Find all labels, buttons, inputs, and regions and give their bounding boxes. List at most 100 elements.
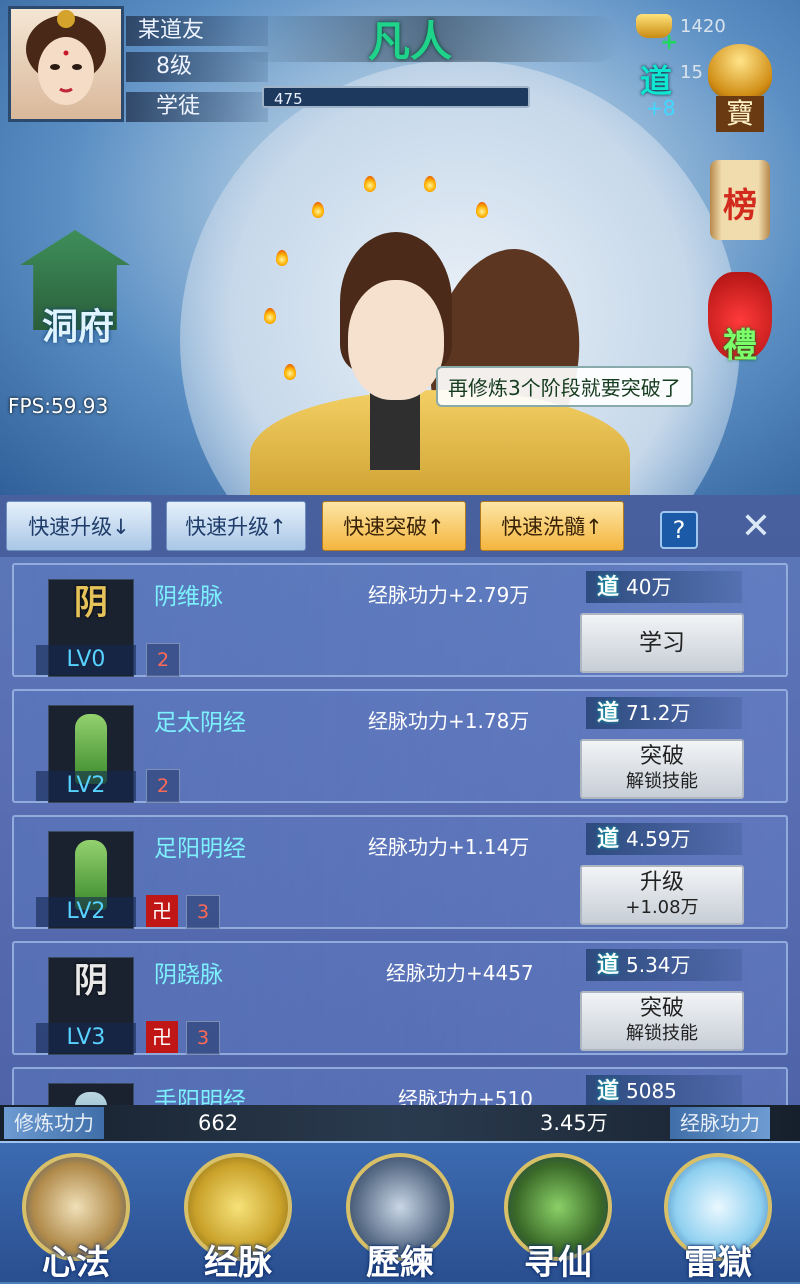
nav-xinfa[interactable]: 心法: [14, 1153, 138, 1283]
meridian-count: 2: [146, 643, 180, 677]
help-button[interactable]: ?: [660, 511, 698, 549]
character-collar: [370, 390, 420, 470]
seal-icon: 卍: [146, 1021, 178, 1053]
meridian-glyph: 阴: [74, 583, 108, 623]
meridian-power: 经脉功力+1.78万: [368, 709, 530, 733]
meridian-count: 2: [146, 769, 180, 803]
meridian-power-value: 3.45万: [540, 1111, 608, 1135]
dao-gain: +8: [646, 96, 676, 120]
player-rank: 学徒: [126, 92, 268, 122]
meridian-glyph: 阴: [74, 961, 108, 1001]
spirit-flame-icon: [312, 202, 324, 218]
nav-xunxian-label: 寻仙: [524, 1243, 592, 1283]
spirit-flame-icon: [264, 308, 276, 324]
cave-button[interactable]: 洞府: [0, 220, 150, 350]
avatar-portrait-icon: [26, 10, 106, 105]
meridian-name: 足阳明经: [154, 836, 246, 862]
spirit-flame-icon: [476, 202, 488, 218]
nav-xinfa-label: 心法: [42, 1243, 110, 1283]
spirit-flame-icon: [424, 176, 436, 192]
treasure-button[interactable]: 寶: [700, 38, 780, 132]
action-sublabel: 解锁技能: [626, 1023, 698, 1044]
meridian-panel: 快速升级↓ 快速升级↑ 快速突破↑ 快速洗髓↑ ? ✕ 阴 LV0 2 阴维脉 …: [0, 495, 800, 1107]
meridian-name: 阴跷脉: [154, 962, 223, 988]
bottom-nav: 心法 经脉 歷練 寻仙 雷獄: [0, 1141, 800, 1283]
player-avatar[interactable]: [8, 6, 124, 122]
meridian-level: LV2: [36, 771, 136, 801]
dao-icon: 道: [596, 1078, 619, 1104]
gold-amount: 1420: [680, 16, 726, 37]
dao-icon: 道: [596, 826, 619, 852]
nav-lilian[interactable]: 歷練: [338, 1153, 462, 1283]
close-icon[interactable]: ✕: [736, 507, 776, 547]
cultivation-power-value: 662: [198, 1111, 239, 1135]
meridian-cost: 道 40万: [586, 571, 742, 603]
nav-lilian-label: 歷練: [366, 1243, 434, 1283]
cost-value: 5085: [626, 1079, 677, 1103]
meridian-cost: 道 4.59万: [586, 823, 742, 855]
power-stats-bar: 修炼功力 662 3.45万 经脉功力: [0, 1105, 800, 1141]
quick-breakthrough-button[interactable]: 快速突破↑: [322, 501, 466, 551]
plus-icon[interactable]: +: [660, 30, 678, 55]
meridian-level: LV0: [36, 645, 136, 675]
exp-bar: 475: [262, 86, 530, 108]
action-label: 突破: [639, 744, 684, 769]
dao-icon: 道: [596, 574, 619, 600]
meridian-power: 经脉功力+2.79万: [368, 583, 530, 607]
meridian-count: 3: [186, 895, 220, 929]
meridian-level: LV2: [36, 897, 136, 927]
cost-value: 40万: [626, 575, 672, 599]
action-label: 升级: [639, 870, 684, 895]
seal-icon: 卍: [146, 895, 178, 927]
meridian-power: 经脉功力+4457: [386, 961, 534, 985]
treasure-pot-icon: [708, 44, 772, 100]
meridian-level: LV3: [36, 1023, 136, 1053]
nav-xunxian[interactable]: 寻仙: [496, 1153, 620, 1283]
cost-value: 71.2万: [626, 701, 691, 725]
meridian-power: 经脉功力+1.14万: [368, 835, 530, 859]
meridian-power: 经脉功力+510: [398, 1087, 533, 1107]
dao-icon: 道: [596, 952, 619, 978]
cost-value: 5.34万: [626, 953, 691, 977]
meridian-row: 手阳明经 经脉功力+510 道 5085: [12, 1067, 788, 1107]
ranking-button[interactable]: 榜: [700, 156, 780, 246]
character-face: [348, 280, 444, 400]
breakthrough-button[interactable]: 突破 解锁技能: [580, 991, 744, 1051]
learn-button[interactable]: 学习: [580, 613, 744, 673]
speech-bubble: 再修炼3个阶段就要突破了: [436, 366, 693, 407]
realm-title: 凡人: [367, 17, 452, 66]
nav-leiyu-label: 雷獄: [684, 1243, 752, 1283]
meridian-row: 阴 LV3 卍 3 阴跷脉 经脉功力+4457 道 5.34万 突破 解锁技能: [12, 941, 788, 1055]
spirit-flame-icon: [364, 176, 376, 192]
quick-refine-button[interactable]: 快速洗髓↑: [480, 501, 624, 551]
meridian-cost: 道 71.2万: [586, 697, 742, 729]
dao-icon: 道: [596, 700, 619, 726]
cost-value: 4.59万: [626, 827, 691, 851]
cave-label: 洞府: [41, 306, 114, 348]
quick-upgrade-up-button[interactable]: 快速升级↑: [166, 501, 306, 551]
fps-counter: FPS:59.93: [8, 394, 109, 418]
meridian-name: 足太阴经: [154, 710, 246, 736]
meridian-row: LV2 卍 3 足阳明经 经脉功力+1.14万 道 4.59万 升级 +1.08万: [12, 815, 788, 929]
meridian-thumbnail: [48, 1083, 134, 1107]
action-sublabel: +1.08万: [625, 897, 699, 918]
nav-jingmai[interactable]: 经脉: [176, 1153, 300, 1283]
meridian-name: 手阳明经: [154, 1088, 246, 1107]
gift-button[interactable]: 禮: [700, 268, 780, 366]
quick-upgrade-down-button[interactable]: 快速升级↓: [6, 501, 152, 551]
scene-background: 某道友 8级 学徒 凡人 475 1420 道 + 15 +8 寶 榜 禮 洞府…: [0, 0, 800, 500]
meridian-row: LV2 2 足太阴经 经脉功力+1.78万 道 71.2万 突破 解锁技能: [12, 689, 788, 803]
player-level: 8级: [126, 52, 268, 82]
meridian-cost: 道 5085: [586, 1075, 742, 1107]
ranking-label: 榜: [723, 186, 757, 226]
meridian-row: 阴 LV0 2 阴维脉 经脉功力+2.79万 道 40万 学习: [12, 563, 788, 677]
cultivation-power-label: 修炼功力: [4, 1107, 104, 1139]
tab-bar: 快速升级↓ 快速升级↑ 快速突破↑ 快速洗髓↑ ? ✕: [0, 495, 800, 557]
meridian-name: 阴维脉: [154, 584, 223, 610]
meridian-count: 3: [186, 1021, 220, 1055]
breakthrough-button[interactable]: 突破 解锁技能: [580, 739, 744, 799]
upgrade-button[interactable]: 升级 +1.08万: [580, 865, 744, 925]
spirit-flame-icon: [284, 364, 296, 380]
action-label: 突破: [639, 996, 684, 1021]
nav-leiyu[interactable]: 雷獄: [656, 1153, 780, 1283]
